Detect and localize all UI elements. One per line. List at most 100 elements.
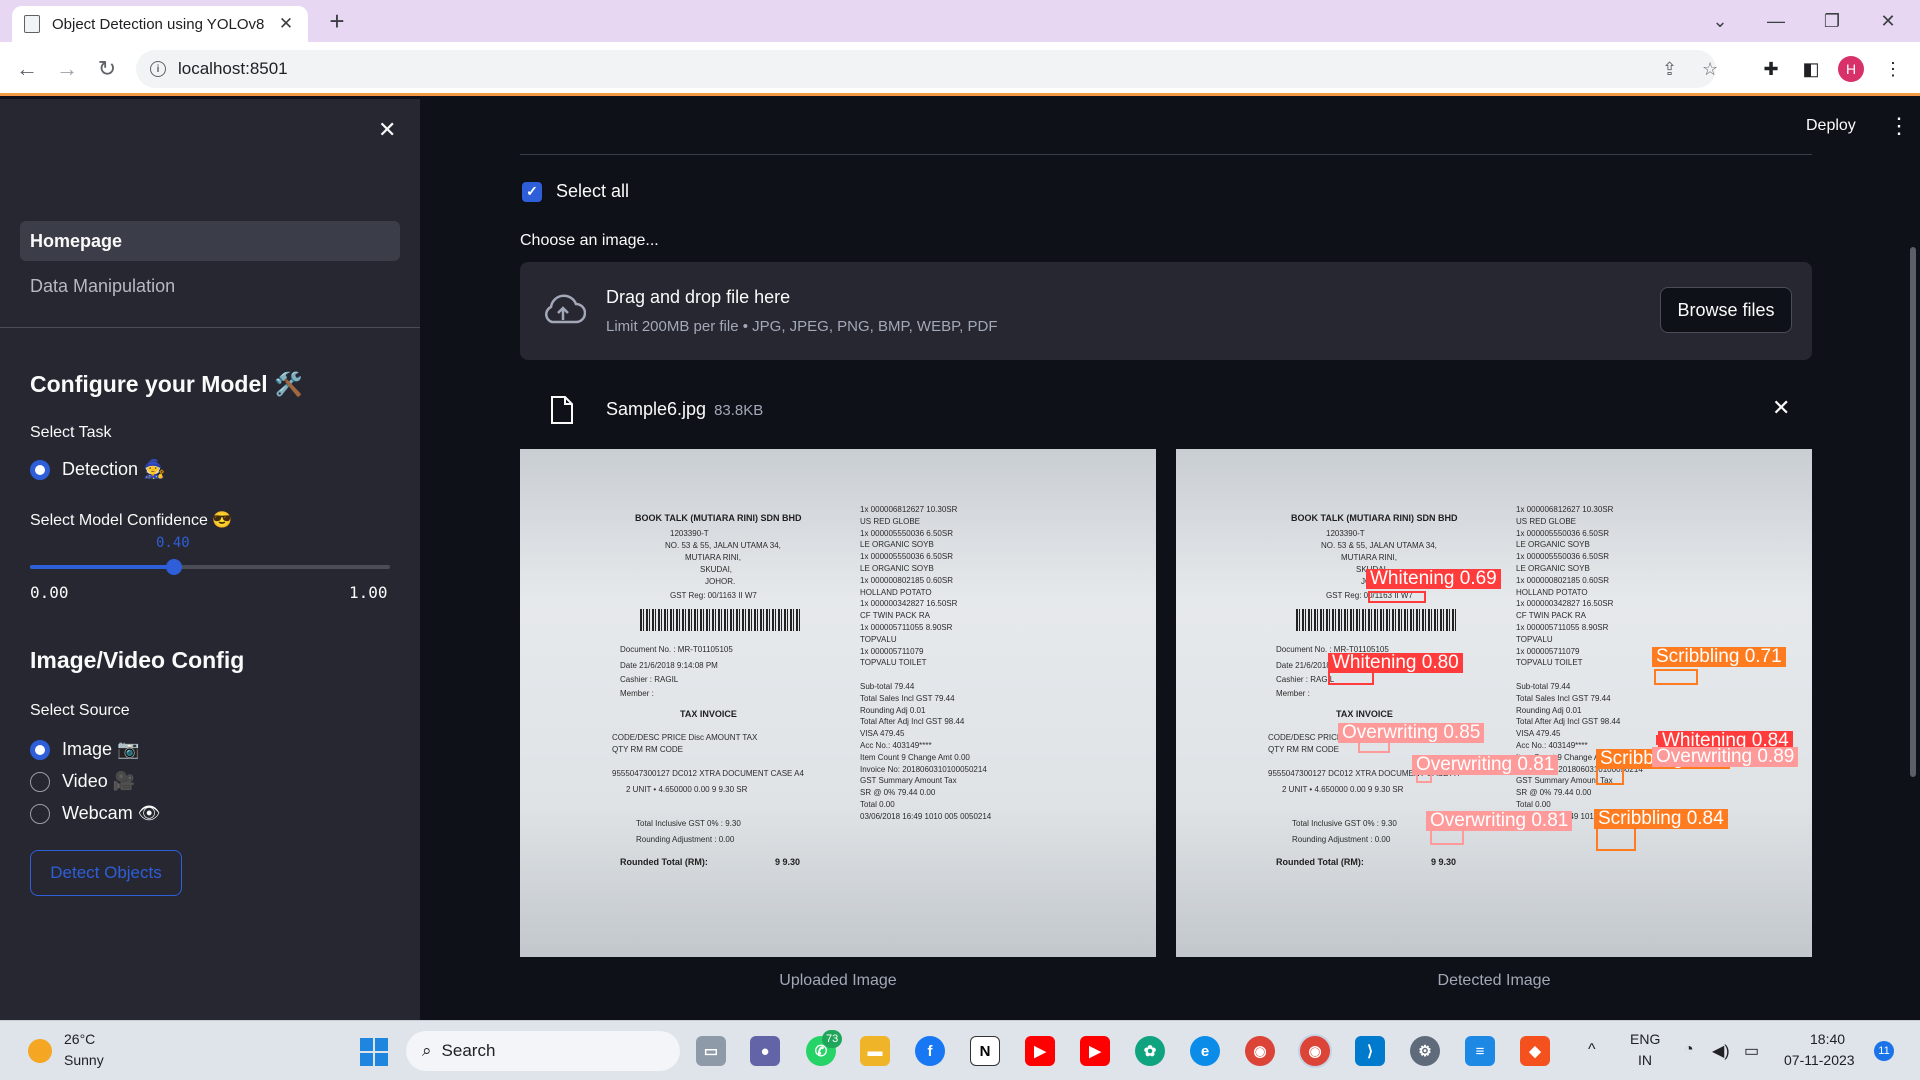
- tab-title: Object Detection using YOLOv8: [52, 15, 265, 33]
- wifi-icon[interactable]: ◔: [1684, 1041, 1694, 1059]
- uploaded-image-caption: Uploaded Image: [779, 972, 897, 989]
- select-all-checkbox[interactable]: ✓ Select all: [522, 181, 629, 202]
- browser-tab[interactable]: Object Detection using YOLOv8 ✕: [12, 6, 308, 42]
- app-menu-icon[interactable]: ⋮: [1888, 113, 1910, 139]
- extensions-icon[interactable]: ✚: [1758, 56, 1784, 82]
- receipt-rounded-total: Rounded Total (RM):: [1276, 857, 1364, 867]
- git-icon[interactable]: ◆: [1520, 1036, 1550, 1066]
- receipt-line: TOPVALU TOILET: [860, 658, 927, 668]
- task-view-icon[interactable]: ▭: [696, 1036, 726, 1066]
- confidence-slider[interactable]: [30, 559, 390, 575]
- receipt-member: Member :: [620, 689, 654, 698]
- volume-icon[interactable]: ◀): [1712, 1041, 1730, 1061]
- teams-icon[interactable]: ●: [750, 1036, 780, 1066]
- source-option-label: Webcam 👁: [62, 803, 161, 823]
- receipt-date: Date 21/6/2018 9:14:08 PM: [620, 661, 718, 670]
- reload-icon[interactable]: ↻: [92, 54, 122, 84]
- notification-badge[interactable]: 11: [1874, 1041, 1894, 1061]
- battery-icon[interactable]: ▭: [1744, 1041, 1759, 1061]
- receipt-barcode: [1296, 609, 1456, 631]
- receipt-line: US RED GLOBE: [860, 516, 921, 526]
- receipt-line: 1x 000005711079: [860, 646, 924, 656]
- receipt-line: 1x 000000802185 0.60SR: [860, 575, 953, 585]
- back-icon[interactable]: ←: [12, 54, 42, 84]
- receipt-line: HOLLAND POTATO: [1516, 587, 1588, 597]
- weather-description[interactable]: Sunny: [64, 1052, 104, 1068]
- receipt-line: 1x 000005550036 6.50SR: [860, 552, 953, 562]
- receipt-line: CF TWIN PACK RA: [1516, 611, 1586, 621]
- clock-date[interactable]: 07-11-2023: [1784, 1052, 1855, 1068]
- receipt-line: TOPVALU: [1516, 634, 1553, 644]
- tab-search-icon[interactable]: ⌄: [1692, 0, 1748, 42]
- address-bar[interactable]: i localhost:8501 ⇪ ☆: [136, 50, 1718, 88]
- receipt-line: LE ORGANIC SOYB: [1516, 564, 1590, 573]
- remove-file-icon[interactable]: ✕: [1772, 395, 1790, 421]
- site-info-icon[interactable]: i: [150, 61, 166, 77]
- deploy-button[interactable]: Deploy: [1806, 117, 1856, 135]
- language-indicator[interactable]: ENG: [1630, 1031, 1660, 1047]
- source-webcam-radio[interactable]: Webcam 👁: [30, 803, 161, 824]
- bookmark-star-icon[interactable]: ☆: [1702, 50, 1718, 88]
- receipt-line: TOPVALU: [860, 634, 897, 644]
- slider-thumb[interactable]: [166, 559, 182, 575]
- vscode-icon[interactable]: ⟩: [1355, 1036, 1385, 1066]
- youtube-icon[interactable]: ▶: [1025, 1036, 1055, 1066]
- share-icon[interactable]: ⇪: [1662, 50, 1677, 88]
- clock-time[interactable]: 18:40: [1810, 1031, 1845, 1047]
- file-explorer-icon[interactable]: ▬: [860, 1036, 890, 1066]
- close-window-button[interactable]: ✕: [1860, 0, 1916, 42]
- chatgpt-icon[interactable]: ✿: [1135, 1036, 1165, 1066]
- forward-icon[interactable]: →: [52, 54, 82, 84]
- minimize-button[interactable]: —: [1748, 0, 1804, 42]
- show-hidden-icons[interactable]: ^: [1588, 1041, 1596, 1059]
- weather-temperature[interactable]: 26°C: [64, 1031, 95, 1047]
- close-sidebar-icon[interactable]: ✕: [378, 117, 396, 143]
- restore-button[interactable]: ❐: [1804, 0, 1860, 42]
- source-video-radio[interactable]: Video 🎥: [30, 771, 135, 792]
- receipt-rounded-value: 9 9.30: [775, 857, 801, 867]
- receipt-address: MUTIARA RINI,: [685, 553, 742, 562]
- main-scrollbar[interactable]: [1910, 247, 1916, 777]
- chrome-active-icon[interactable]: ◉: [1300, 1036, 1330, 1066]
- notepad-icon[interactable]: ≡: [1465, 1036, 1495, 1066]
- receipt-rounded-total: Rounded Total (RM):: [620, 857, 708, 867]
- task-detection-radio[interactable]: Detection 🧙: [30, 459, 165, 480]
- youtube-icon[interactable]: ▶: [1080, 1036, 1110, 1066]
- side-panel-icon[interactable]: ◧: [1798, 56, 1824, 82]
- receipt-line: 1x 000000342827 16.50SR: [1516, 599, 1614, 609]
- chrome-icon[interactable]: ◉: [1245, 1036, 1275, 1066]
- detection-label: Overwriting 0.81: [1412, 755, 1559, 775]
- notion-icon[interactable]: N: [970, 1036, 1000, 1066]
- receipt-columns: QTY RM RM CODE: [1268, 745, 1339, 754]
- uploaded-file-name: Sample6.jpg 83.8KB: [606, 399, 763, 420]
- url-text: localhost:8501: [178, 59, 288, 78]
- taskbar-search[interactable]: ⌕ Search: [406, 1031, 680, 1071]
- detect-objects-button[interactable]: Detect Objects: [30, 850, 182, 896]
- settings-icon[interactable]: ⚙: [1410, 1036, 1440, 1066]
- edge-icon[interactable]: e: [1190, 1036, 1220, 1066]
- radio-selected-indicator: [30, 739, 50, 760]
- windows-start-icon[interactable]: [360, 1038, 388, 1066]
- facebook-icon[interactable]: f: [915, 1036, 945, 1066]
- detection-box: [1328, 671, 1374, 685]
- receipt-item-qty: 2 UNIT • 4.650000 0.00 9 9.30 SR: [626, 785, 748, 794]
- sidebar-item-homepage[interactable]: Homepage: [20, 221, 400, 261]
- sidebar-item-data-manipulation[interactable]: Data Manipulation: [20, 266, 400, 306]
- file-dropzone[interactable]: Drag and drop file here Limit 200MB per …: [520, 262, 1812, 360]
- profile-avatar[interactable]: H: [1838, 56, 1864, 82]
- sun-icon[interactable]: [28, 1039, 52, 1063]
- receipt-line: LE ORGANIC SOYB: [860, 564, 934, 573]
- region-indicator[interactable]: IN: [1638, 1052, 1652, 1068]
- close-tab-icon[interactable]: ✕: [276, 14, 296, 34]
- detection-label: Whitening 0.69: [1366, 569, 1501, 589]
- receipt-cashier: Cashier : RAGIL: [620, 675, 679, 684]
- receipt-line: Acc No.: 403149****: [860, 741, 932, 750]
- browser-toolbar: ← → ↻ i localhost:8501 ⇪ ☆ ✚ ◧ H ⋮: [0, 42, 1920, 96]
- task-option-label: Detection 🧙: [62, 459, 166, 479]
- browser-menu-icon[interactable]: ⋮: [1880, 56, 1906, 82]
- receipt-line: LE ORGANIC SOYB: [1516, 540, 1590, 550]
- new-tab-button[interactable]: +: [322, 6, 352, 36]
- source-image-radio[interactable]: Image 📷: [30, 739, 139, 760]
- browse-files-button[interactable]: Browse files: [1660, 287, 1792, 333]
- receipt-line: HOLLAND POTATO: [860, 587, 932, 597]
